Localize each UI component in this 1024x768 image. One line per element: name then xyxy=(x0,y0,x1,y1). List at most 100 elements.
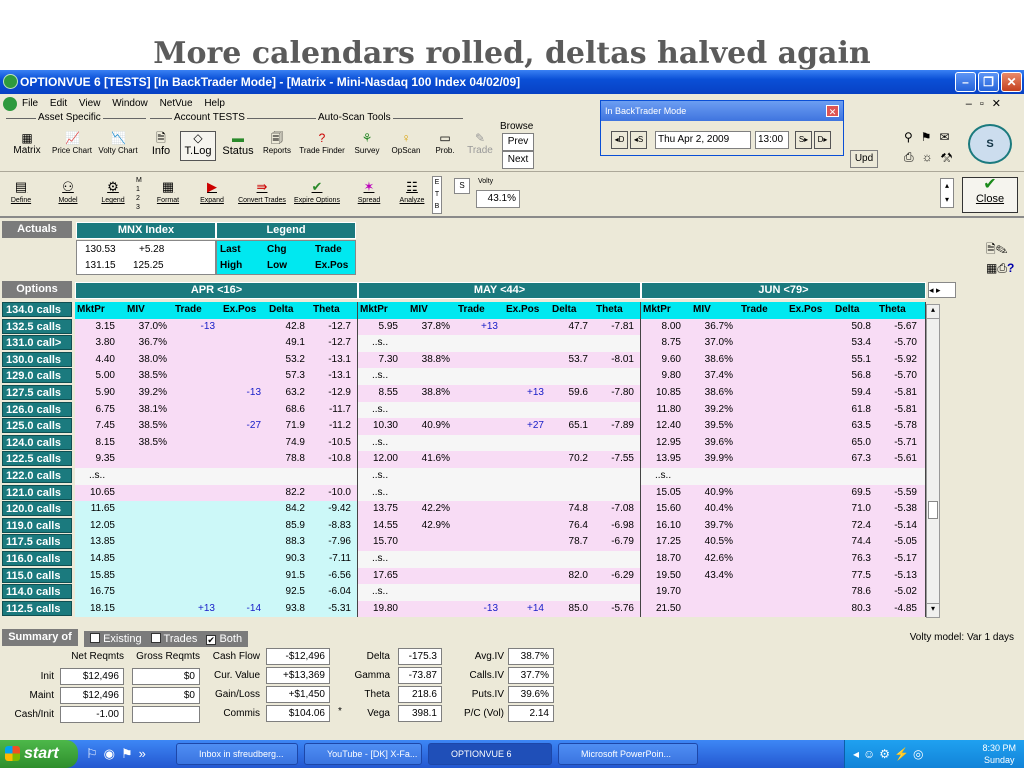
grid-cell[interactable]: +13 xyxy=(456,319,500,335)
grid-cell[interactable]: 4.40 xyxy=(75,352,117,368)
info-button[interactable]: 🗎 Info xyxy=(146,132,176,157)
grid-cell[interactable]: -5.81 xyxy=(877,385,919,401)
grid-cell[interactable]: +27 xyxy=(504,418,546,434)
grid-cell[interactable]: ..s.. xyxy=(358,435,400,451)
minimize-button[interactable]: – xyxy=(955,72,976,92)
survey-button[interactable]: ⚘ Survey xyxy=(352,132,382,156)
grid-cell[interactable]: 39.9% xyxy=(691,451,735,467)
grid-cell[interactable]: 5.90 xyxy=(75,385,117,401)
grid-cell[interactable]: ..s.. xyxy=(75,468,117,484)
grid-cell[interactable]: ..s.. xyxy=(641,468,683,484)
reports-button[interactable]: 🗐 Reports xyxy=(260,132,294,156)
grid-cell[interactable]: -13 xyxy=(221,385,263,401)
status-button[interactable]: ▬ Status xyxy=(220,132,256,157)
grid-cell[interactable]: -6.04 xyxy=(311,584,353,600)
strike-label[interactable]: 131.0 call> xyxy=(2,335,72,351)
trades-checkbox[interactable] xyxy=(150,633,161,643)
grid-cell[interactable]: 68.6 xyxy=(267,402,307,418)
grid-cell[interactable]: -5.81 xyxy=(877,402,919,418)
grid-cell[interactable]: 36.7% xyxy=(125,335,169,351)
grid-cell[interactable]: -7.08 xyxy=(594,501,636,517)
grid-cell[interactable]: -10.8 xyxy=(311,451,353,467)
grid-cell[interactable]: -5.78 xyxy=(877,418,919,434)
spread-button[interactable]: ✶ Spread xyxy=(354,180,384,205)
opscan-button[interactable]: ♀ OpScan xyxy=(388,132,424,156)
strike-label[interactable]: 116.0 calls xyxy=(2,551,72,566)
grid-cell[interactable]: -5.76 xyxy=(594,601,636,617)
grid-cell[interactable]: ..s.. xyxy=(358,468,400,484)
menu-file[interactable]: File xyxy=(22,98,38,109)
clock[interactable]: 8:30 PM Sunday xyxy=(982,742,1016,766)
grid-cell[interactable]: -5.70 xyxy=(877,368,919,384)
grid-cell[interactable]: -9.42 xyxy=(311,501,353,517)
grid-cell[interactable]: -5.38 xyxy=(877,501,919,517)
grid-cell[interactable]: 76.4 xyxy=(550,518,590,534)
grid-cell[interactable]: 88.3 xyxy=(267,534,307,550)
grid-cell[interactable]: -14 xyxy=(221,601,263,617)
strike-label[interactable]: 117.5 calls xyxy=(2,534,72,550)
grid-cell[interactable]: 15.60 xyxy=(641,501,683,517)
grid-cell[interactable]: -11.7 xyxy=(311,402,353,418)
grid-cell[interactable]: 85.9 xyxy=(267,518,307,534)
grid-cell[interactable]: 7.45 xyxy=(75,418,117,434)
grid-cell[interactable]: 57.3 xyxy=(267,368,307,384)
grid-cell[interactable]: 3.80 xyxy=(75,335,117,351)
grid-cell[interactable]: 8.15 xyxy=(75,435,117,451)
grid-cell[interactable]: 38.5% xyxy=(125,418,169,434)
next-button[interactable]: Next xyxy=(502,151,534,169)
grid-cell[interactable]: 38.5% xyxy=(125,368,169,384)
grid-cell[interactable]: 78.6 xyxy=(833,584,873,600)
grid-cell[interactable]: 12.40 xyxy=(641,418,683,434)
grid-cell[interactable]: 85.0 xyxy=(550,601,590,617)
grid-cell[interactable]: 38.6% xyxy=(691,385,735,401)
tool-icons-top[interactable]: ⚲⚑✉ xyxy=(904,130,958,144)
both-checkbox[interactable]: ✔ xyxy=(206,635,217,645)
strike-label[interactable]: 122.0 calls xyxy=(2,468,72,483)
grid-cell[interactable]: 74.9 xyxy=(267,435,307,451)
grid-cell[interactable]: -13.1 xyxy=(311,352,353,368)
grid-cell[interactable]: -27 xyxy=(221,418,263,434)
grid-cell[interactable]: 61.8 xyxy=(833,402,873,418)
grid-cell[interactable]: 93.8 xyxy=(267,601,307,617)
grid-cell[interactable]: 12.95 xyxy=(641,435,683,451)
strike-label[interactable]: 130.0 calls xyxy=(2,351,72,367)
grid-cell[interactable]: -4.85 xyxy=(877,601,919,617)
grid-cell[interactable]: 65.1 xyxy=(550,418,590,434)
trade-finder-button[interactable]: ? Trade Finder xyxy=(298,132,346,156)
grid-cell[interactable]: +13 xyxy=(504,385,546,401)
grid-cell[interactable]: -8.83 xyxy=(311,518,353,534)
grid-cell[interactable]: -5.13 xyxy=(877,568,919,584)
grid-cell[interactable]: 13.85 xyxy=(75,534,117,550)
strike-label[interactable]: 121.0 calls xyxy=(2,484,72,500)
grid-cell[interactable]: 19.50 xyxy=(641,568,683,584)
grid-cell[interactable]: -6.56 xyxy=(311,568,353,584)
grid-cell[interactable]: -7.11 xyxy=(311,551,353,567)
trade-button[interactable]: ✎ Trade xyxy=(464,132,496,156)
grid-cell[interactable]: -7.96 xyxy=(311,534,353,550)
etb-select[interactable]: ETB xyxy=(432,176,442,214)
grid-cell[interactable]: 15.05 xyxy=(641,485,683,501)
grid-cell[interactable]: -5.02 xyxy=(877,584,919,600)
close-dialog-icon[interactable]: ✕ xyxy=(826,105,839,117)
grid-cell[interactable]: 17.25 xyxy=(641,534,683,550)
grid-cell[interactable]: 67.3 xyxy=(833,451,873,467)
convert-trades-button[interactable]: ⇛ Convert Trades xyxy=(238,180,286,205)
scroll-down-icon[interactable]: ▾ xyxy=(927,603,939,617)
grid-cell[interactable]: 38.8% xyxy=(408,385,452,401)
grid-cell[interactable]: 92.5 xyxy=(267,584,307,600)
grid-cell[interactable]: 37.8% xyxy=(408,319,452,335)
grid-cell[interactable]: 18.70 xyxy=(641,551,683,567)
grid-cell[interactable]: 84.2 xyxy=(267,501,307,517)
grid-cell[interactable]: 13.75 xyxy=(358,501,400,517)
strike-label[interactable]: 115.0 calls xyxy=(2,567,72,583)
grid-cell[interactable]: 5.95 xyxy=(358,319,400,335)
scroll-thumb[interactable] xyxy=(928,501,938,519)
legend-button[interactable]: ⚙ Legend xyxy=(94,180,132,205)
grid-cell[interactable]: -5.92 xyxy=(877,352,919,368)
strike-label[interactable]: 127.5 calls xyxy=(2,385,72,400)
volty-chart-button[interactable]: 📉 Volty Chart xyxy=(97,132,139,156)
grid-cell[interactable]: 43.4% xyxy=(691,568,735,584)
menu-view[interactable]: View xyxy=(79,98,101,109)
grid-cell[interactable]: 55.1 xyxy=(833,352,873,368)
grid-cell[interactable]: -5.59 xyxy=(877,485,919,501)
